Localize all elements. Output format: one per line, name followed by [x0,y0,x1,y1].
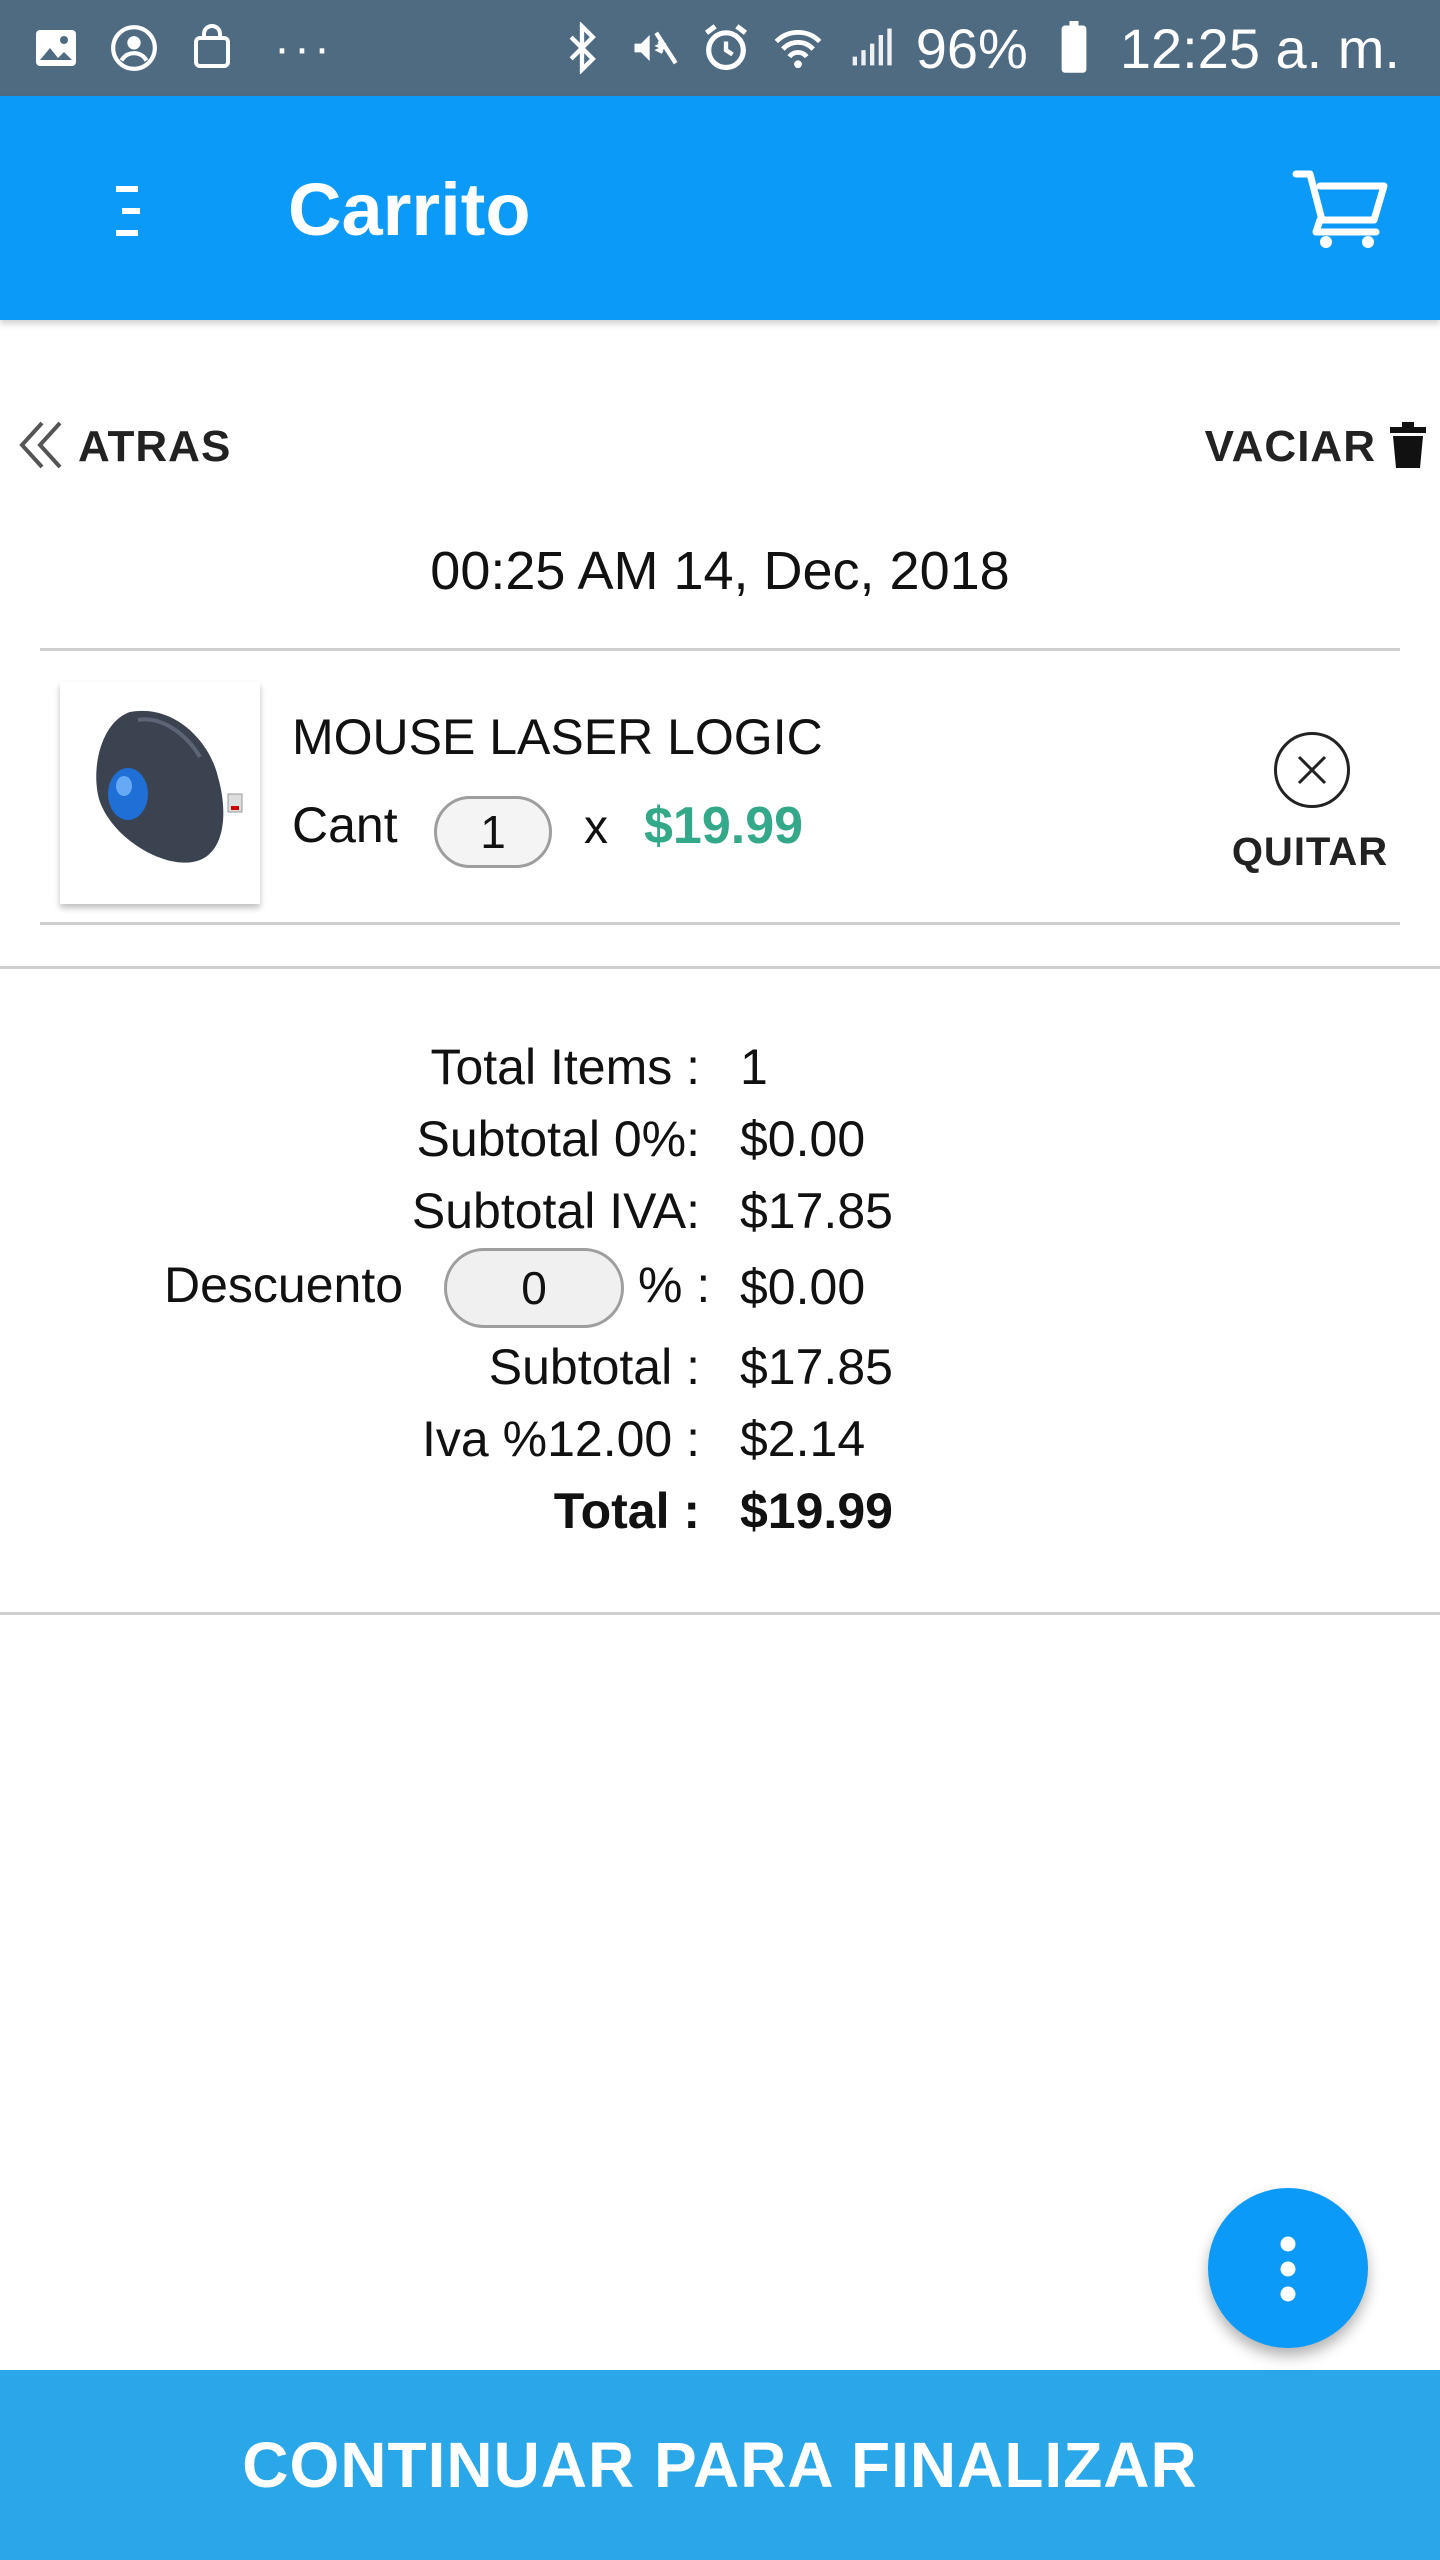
cart-datetime: 00:25 AM 14, Dec, 2018 [430,541,1010,601]
clear-cart-button[interactable]: VACIAR [1205,410,1426,484]
total-items-value: 1 [740,1039,768,1095]
subtotal-iva-value: $17.85 [740,1183,893,1239]
signal-icon [844,22,896,74]
cart-icon[interactable] [1290,162,1390,252]
battery-percent: 96% [915,16,1028,80]
back-label: ATRAS [78,422,232,471]
product-price: $19.99 [644,797,804,855]
back-button[interactable]: ATRAS [16,410,231,484]
total-value: $19.99 [740,1483,893,1539]
remove-item-button[interactable]: QUITAR [1228,726,1392,886]
vibrate-icon [628,22,680,74]
subtotal-value: $17.85 [740,1339,893,1395]
image-icon [30,22,82,74]
trash-icon [1390,421,1426,473]
shopping-bag-icon [186,22,238,74]
subtotal-zero-value: $0.00 [740,1111,866,1167]
app-bar: Carrito [0,96,1440,320]
double-chevron-left-icon [16,417,64,478]
discount-input[interactable]: 0 [444,1248,624,1328]
page-title: Carrito [288,168,531,251]
wifi-icon [772,22,824,74]
bluetooth-icon [556,22,608,74]
close-icon [1274,732,1350,808]
total-items-label: Total Items : [430,1039,700,1095]
product-image [60,682,260,904]
discount-suffix: % : [638,1257,711,1313]
remove-label: QUITAR [1231,830,1389,874]
iva-label: Iva %12.00 : [422,1411,700,1467]
alarm-icon [700,22,752,74]
discount-amount: $0.00 [740,1259,866,1315]
discount-label: Descuento [164,1257,404,1313]
clear-label: VACIAR [1204,422,1376,471]
product-name: MOUSE LASER LOGIC [292,709,823,765]
divider [0,1612,1440,1615]
battery-icon [1048,21,1100,74]
times-sign: x [584,801,608,854]
more-options-button[interactable] [1208,2188,1368,2348]
status-bar-system: 96% 12:25 a. m. [556,16,1400,80]
divider [40,648,1400,651]
more-vert-icon [1278,2236,1298,2302]
status-bar-notifications: ··· [30,18,334,78]
divider [40,922,1400,925]
status-bar: ··· 96% 12:25 a. m. [0,0,1440,96]
iva-value: $2.14 [740,1411,866,1467]
account-icon [108,22,160,74]
subtotal-zero-label: Subtotal 0%: [416,1111,700,1167]
quantity-label: Cant [292,797,398,853]
total-label: Total : [553,1483,700,1539]
continue-button[interactable]: CONTINUAR PARA FINALIZAR [0,2370,1440,2560]
quantity-input[interactable]: 1 [434,796,552,868]
subtotal-iva-label: Subtotal IVA: [411,1183,700,1239]
status-time: 12:25 a. m. [1119,16,1400,80]
menu-icon[interactable] [100,176,160,246]
subtotal-label: Subtotal : [488,1339,700,1395]
overflow-dots: ··· [274,21,334,75]
divider [0,966,1440,969]
